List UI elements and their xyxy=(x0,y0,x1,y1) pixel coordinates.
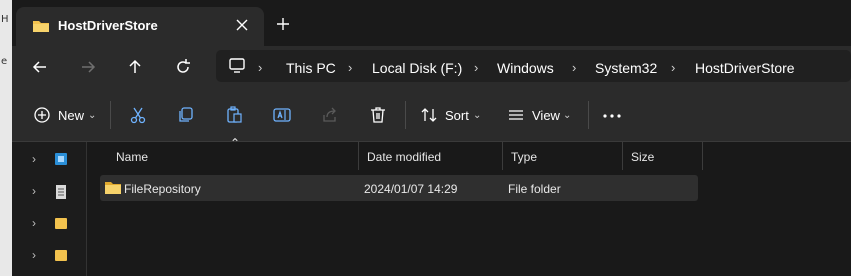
file-type: File folder xyxy=(508,182,561,196)
navigation-bar: › This PC › Local Disk (F:) › Windows › … xyxy=(12,46,851,89)
nav-item[interactable]: › xyxy=(12,144,86,174)
paste-icon[interactable] xyxy=(225,106,243,124)
gallery-icon xyxy=(55,153,67,165)
command-bar: New ⌄ Sort ⌄ View ⌄ xyxy=(12,89,851,142)
up-icon[interactable] xyxy=(125,57,145,77)
file-list: Name ⌃ Date modified Type Size FileRepos… xyxy=(87,136,851,276)
expand-chevron-icon[interactable]: › xyxy=(32,184,36,198)
sort-chevron-down-icon[interactable]: ⌄ xyxy=(473,110,481,121)
file-date-modified: 2024/01/07 14:29 xyxy=(364,182,458,196)
breadcrumb-chevron-icon[interactable]: › xyxy=(474,60,478,75)
new-chevron-down-icon[interactable]: ⌄ xyxy=(88,110,96,121)
toolbar-divider xyxy=(588,101,589,129)
column-header-type[interactable]: Type xyxy=(503,142,623,170)
folder-icon xyxy=(105,182,121,194)
column-header-type-label: Type xyxy=(511,150,538,164)
folder-icon xyxy=(33,21,49,32)
sort-button[interactable]: Sort xyxy=(445,108,469,123)
file-name: FileRepository xyxy=(124,182,201,196)
breadcrumb-chevron-icon[interactable]: › xyxy=(671,60,675,75)
new-icon[interactable] xyxy=(33,106,51,124)
tab-hostdriverstore[interactable]: HostDriverStore xyxy=(16,7,264,46)
column-header-name[interactable]: Name ⌃ xyxy=(108,136,359,170)
table-row[interactable]: FileRepository 2024/01/07 14:29 File fol… xyxy=(100,175,698,201)
nav-item[interactable]: › xyxy=(12,176,86,206)
view-chevron-down-icon[interactable]: ⌄ xyxy=(563,110,571,121)
breadcrumb-local-disk[interactable]: Local Disk (F:) xyxy=(372,60,462,76)
nav-item[interactable]: › xyxy=(12,208,86,238)
tab-title: HostDriverStore xyxy=(58,18,158,33)
share-icon[interactable] xyxy=(321,106,339,124)
refresh-icon[interactable] xyxy=(173,57,193,77)
sort-icon[interactable] xyxy=(420,106,438,124)
column-header-date-label: Date modified xyxy=(367,150,442,164)
column-header-size-label: Size xyxy=(631,150,655,164)
breadcrumb-chevron-icon[interactable]: › xyxy=(348,60,352,75)
expand-chevron-icon[interactable]: › xyxy=(32,248,36,262)
cut-icon[interactable] xyxy=(129,106,147,124)
close-icon[interactable] xyxy=(234,17,250,33)
folder-icon xyxy=(55,250,67,261)
more-options-icon[interactable] xyxy=(602,113,622,119)
title-bar: HostDriverStore xyxy=(12,0,851,46)
breadcrumb-system32[interactable]: System32 xyxy=(595,60,657,76)
view-button[interactable]: View xyxy=(532,108,560,123)
desktop-glyph: H xyxy=(1,14,9,25)
copy-icon[interactable] xyxy=(177,106,195,124)
sort-ascending-icon: ⌃ xyxy=(230,136,241,150)
expand-chevron-icon[interactable]: › xyxy=(32,152,36,166)
breadcrumb-hostdriverstore[interactable]: HostDriverStore xyxy=(695,60,795,76)
new-button[interactable]: New xyxy=(58,108,84,123)
document-icon xyxy=(56,185,66,199)
column-header-date-modified[interactable]: Date modified xyxy=(359,142,503,170)
address-bar[interactable]: › This PC › Local Disk (F:) › Windows › … xyxy=(216,50,851,82)
breadcrumb-windows[interactable]: Windows xyxy=(497,60,554,76)
new-tab-icon[interactable] xyxy=(275,16,291,32)
column-header-size[interactable]: Size xyxy=(623,142,703,170)
desktop-background-strip: H e xyxy=(0,0,12,276)
navigation-pane: › › › › xyxy=(12,142,87,276)
rename-icon[interactable] xyxy=(273,106,291,124)
column-header-name-label: Name xyxy=(116,150,149,164)
nav-item[interactable]: › xyxy=(12,240,86,270)
breadcrumb-this-pc[interactable]: This PC xyxy=(286,60,336,76)
toolbar-divider xyxy=(405,101,406,129)
file-explorer-window: HostDriverStore › This PC › Local Disk (… xyxy=(12,0,851,276)
expand-chevron-icon[interactable]: › xyxy=(32,216,36,230)
back-icon[interactable] xyxy=(30,57,50,77)
delete-icon[interactable] xyxy=(369,106,387,124)
forward-icon[interactable] xyxy=(78,57,98,77)
this-pc-icon xyxy=(229,58,245,73)
breadcrumb-chevron-icon[interactable]: › xyxy=(258,60,262,75)
breadcrumb-chevron-icon[interactable]: › xyxy=(572,60,576,75)
view-icon[interactable] xyxy=(507,106,525,124)
folder-icon xyxy=(55,218,67,229)
desktop-glyph: e xyxy=(1,56,8,67)
toolbar-divider xyxy=(110,101,111,129)
